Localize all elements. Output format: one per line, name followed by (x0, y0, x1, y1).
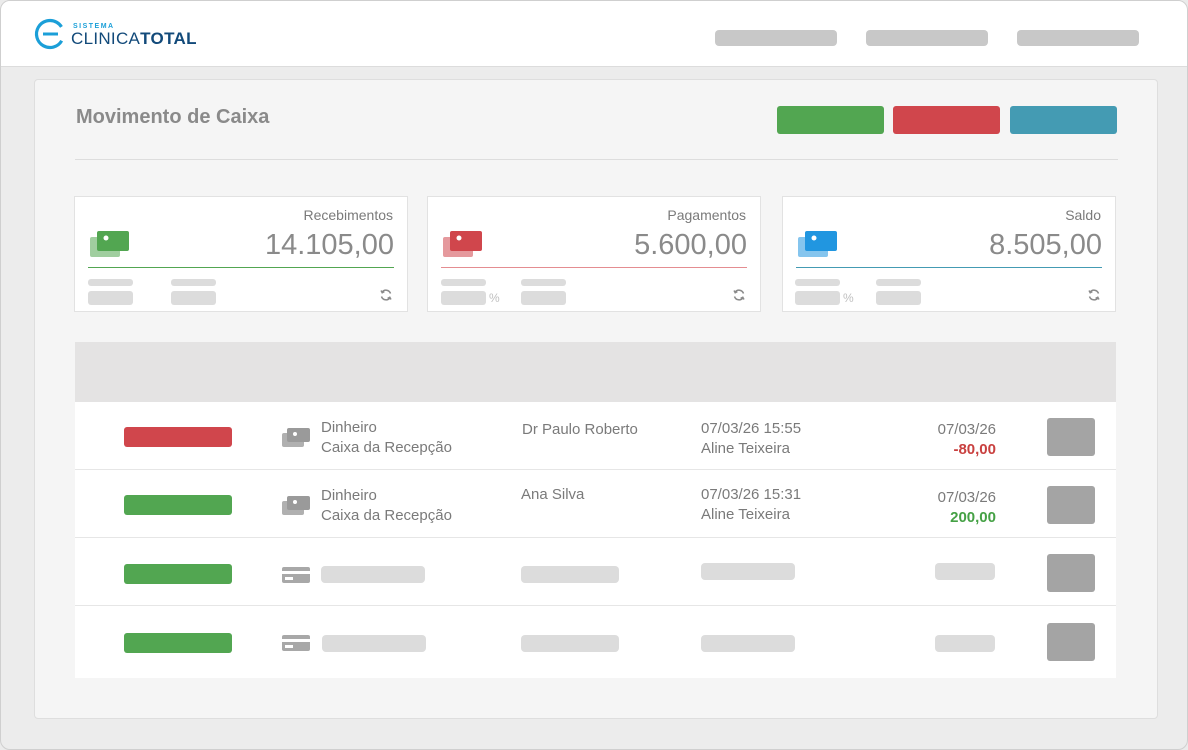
logo-icon (34, 18, 66, 50)
status-badge (124, 495, 232, 515)
entry-user: Aline Teixeira (701, 506, 790, 523)
nav-item-placeholder[interactable] (866, 30, 988, 46)
divider (75, 159, 1118, 160)
payment-method: Dinheiro (321, 419, 377, 436)
card-value: 8.505,00 (989, 229, 1102, 261)
card-value: 5.600,00 (634, 229, 747, 261)
card-meta-placeholder (88, 291, 133, 305)
person-name: Dr Paulo Roberto (522, 421, 638, 438)
add-payment-button[interactable] (893, 106, 1000, 134)
card-meta-placeholder (441, 279, 486, 286)
money-icon (798, 231, 837, 257)
entry-datetime: 07/03/26 15:55 (701, 420, 802, 437)
row-action-button[interactable] (1047, 623, 1095, 661)
nav-item-placeholder[interactable] (1017, 30, 1139, 46)
cash-account: Caixa da Recepção (321, 507, 452, 524)
nav-item-placeholder[interactable] (715, 30, 837, 46)
logo-wordmark: CLINICATOTAL (71, 29, 197, 48)
cash-account: Caixa da Recepção (321, 439, 452, 456)
row-action-button[interactable] (1047, 486, 1095, 524)
table-row[interactable]: Dinheiro Caixa da Recepção Dr Paulo Robe… (75, 402, 1116, 470)
summary-card-receipts: Recebimentos 14.105,00 (74, 196, 408, 312)
card-underline (796, 267, 1102, 268)
row-action-button[interactable] (1047, 418, 1095, 456)
text-placeholder (935, 635, 995, 652)
money-icon (443, 231, 482, 257)
payment-method: Dinheiro (321, 487, 377, 504)
entry-amount: -80,00 (953, 441, 996, 458)
text-placeholder (322, 635, 426, 652)
entry-amount: 200,00 (950, 509, 996, 526)
entry-date: 07/03/26 (937, 421, 996, 438)
main-panel: Movimento de Caixa Recebimentos 14.105,0… (34, 79, 1158, 719)
refresh-icon[interactable] (379, 288, 393, 302)
text-placeholder (701, 563, 795, 580)
refresh-icon[interactable] (732, 288, 746, 302)
text-placeholder (935, 563, 995, 580)
card-label: Recebimentos (303, 207, 394, 223)
table-header (75, 342, 1116, 402)
money-icon (282, 428, 310, 447)
table-row[interactable] (75, 606, 1116, 678)
refresh-icon[interactable] (1087, 288, 1101, 302)
card-label: Pagamentos (667, 207, 746, 223)
person-name: Ana Silva (521, 486, 585, 503)
credit-card-icon (282, 635, 310, 651)
entry-datetime: 07/03/26 15:31 (701, 486, 802, 503)
summary-card-balance: Saldo 8.505,00 % (782, 196, 1116, 312)
add-receipt-button[interactable] (777, 106, 884, 134)
percent-sign: % (843, 291, 854, 305)
app-logo[interactable]: SISTEMA CLINICATOTAL (33, 17, 213, 53)
summary-card-payments: Pagamentos 5.600,00 % (427, 196, 761, 312)
card-meta-placeholder (171, 279, 216, 286)
entry-user: Aline Teixeira (701, 440, 790, 457)
page-title: Movimento de Caixa (76, 106, 270, 128)
status-badge (124, 564, 232, 584)
card-meta-placeholder (88, 279, 133, 286)
text-placeholder (521, 635, 619, 652)
text-placeholder (321, 566, 425, 583)
text-placeholder (701, 635, 795, 652)
money-icon (90, 231, 129, 257)
card-meta-placeholder (521, 279, 566, 286)
card-meta-placeholder (876, 279, 921, 286)
app-window: SISTEMA CLINICATOTAL Movimento de Caixa … (0, 0, 1188, 750)
table-row[interactable] (75, 538, 1116, 606)
card-value: 14.105,00 (264, 229, 394, 261)
card-meta-placeholder (171, 291, 216, 305)
card-meta-placeholder (795, 279, 840, 286)
card-meta-placeholder (521, 291, 566, 305)
entry-date: 07/03/26 (937, 489, 996, 506)
top-bar: SISTEMA CLINICATOTAL (1, 1, 1187, 67)
card-meta-placeholder (441, 291, 486, 305)
text-placeholder (521, 566, 619, 583)
card-meta-placeholder (876, 291, 921, 305)
row-action-button[interactable] (1047, 554, 1095, 592)
percent-sign: % (489, 291, 500, 305)
money-icon (282, 496, 310, 515)
card-label: Saldo (1065, 207, 1101, 223)
table-row[interactable]: Dinheiro Caixa da Recepção Ana Silva 07/… (75, 470, 1116, 538)
card-underline (88, 267, 394, 268)
credit-card-icon (282, 567, 310, 583)
card-underline (441, 267, 747, 268)
status-badge (124, 633, 232, 653)
status-badge (124, 427, 232, 447)
transfer-button[interactable] (1010, 106, 1117, 134)
card-meta-placeholder (795, 291, 840, 305)
